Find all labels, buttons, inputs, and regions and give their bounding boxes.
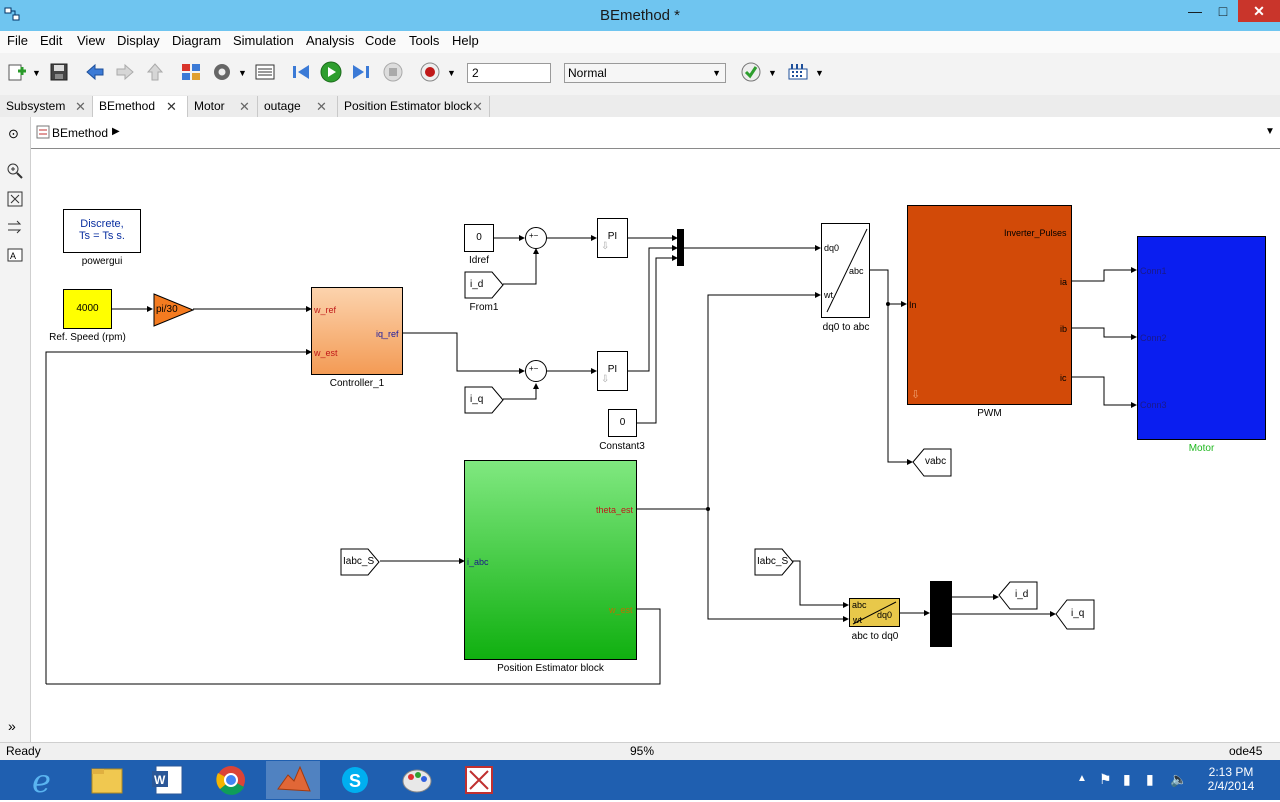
pwm-port-ia: ia [1060, 277, 1068, 287]
abcdq0-port-wt: wt [853, 615, 862, 625]
demux-block[interactable] [930, 581, 952, 647]
pi2-block[interactable]: PI [597, 351, 628, 391]
from-iq-text: i_q [470, 394, 484, 405]
motor-label: Motor [1188, 443, 1215, 454]
abcdq0-port-abc: abc [852, 600, 867, 610]
iabc-from-text-1: Iabc_S [343, 556, 375, 567]
svg-text:W: W [154, 773, 166, 787]
volume-icon[interactable]: 🔈 [1170, 771, 1187, 788]
idref-block[interactable]: 0 [464, 224, 494, 252]
idref-label: Idref [468, 255, 489, 266]
pwm-mask-icon: ⇩ [911, 389, 921, 401]
clock-date: 2/4/2014 [1207, 779, 1255, 793]
paint-icon[interactable] [390, 761, 444, 799]
pi1-mask-icon: ⇩ [601, 241, 610, 252]
vabc-goto-text: vabc [925, 456, 947, 467]
motor-port-conn3: Conn3 [1140, 400, 1167, 410]
pwm-port-pulses: Inverter_Pulses [1004, 228, 1067, 238]
estimator-port-iabc: i_abc [467, 557, 489, 567]
dq0abc-port-abc: abc [849, 266, 864, 276]
iabc-from-text-2: Iabc_S [757, 556, 789, 567]
goto-iq-text: i_q [1071, 608, 1085, 619]
network-signal-icon[interactable]: ▮ [1146, 771, 1154, 788]
pi1-block[interactable]: PI [597, 218, 628, 258]
action-center-flag-icon[interactable]: ⚑ [1099, 771, 1112, 788]
clock-time: 2:13 PM [1208, 765, 1254, 779]
dq0-to-abc-label: dq0 to abc [822, 322, 870, 333]
power-icon[interactable]: ▮ [1123, 771, 1131, 788]
chrome-icon[interactable] [204, 761, 258, 799]
powergui-label: powergui [81, 256, 123, 267]
status-text: Ready [6, 744, 41, 758]
svg-text:S: S [349, 771, 361, 791]
from-id-label: From1 [469, 302, 499, 313]
powergui-line1: Discrete, [80, 218, 124, 230]
powergui-block[interactable]: Discrete, Ts = Ts s. [63, 209, 141, 253]
pwm-port-ic: ic [1060, 373, 1067, 383]
word-icon[interactable]: W [142, 761, 196, 799]
motor-port-conn1: Conn1 [1140, 266, 1167, 276]
gain-text: pi/30 [156, 304, 178, 315]
ie-icon[interactable]: e [20, 761, 74, 800]
pwm-port-in: In [909, 300, 917, 310]
ref-speed-value: 4000 [76, 303, 99, 314]
constant3-value: 0 [619, 417, 626, 428]
file-explorer-icon[interactable] [80, 761, 134, 799]
ref-speed-label: Ref. Speed (rpm) [49, 332, 126, 343]
controller-label: Controller_1 [329, 378, 385, 389]
dq0abc-port-wt: wt [824, 290, 833, 300]
estimator-port-theta: theta_est [596, 505, 634, 515]
pwm-port-ib: ib [1060, 324, 1068, 334]
goto-id-text: i_d [1015, 589, 1029, 600]
estimator-port-west: w_est [609, 605, 633, 615]
controller-port-iqref: iq_ref [376, 329, 399, 339]
constant3-label: Constant3 [599, 441, 645, 452]
sum2-signs: +− [529, 364, 539, 373]
constant3-block[interactable]: 0 [608, 409, 637, 437]
zoom-level: 95% [630, 744, 655, 758]
controller-port-wref: w_ref [314, 305, 337, 315]
show-hidden-icons-icon[interactable]: ▲ [1077, 773, 1087, 784]
clock[interactable]: 2:13 PM 2/4/2014 [1196, 765, 1266, 793]
dq0abc-port-dq0: dq0 [824, 243, 840, 253]
abcdq0-port-dq0: dq0 [877, 610, 893, 620]
solver-name[interactable]: ode45 [1229, 744, 1262, 758]
position-estimator-block[interactable] [464, 460, 637, 660]
powergui-line2: Ts = Ts s. [79, 230, 125, 242]
skype-icon[interactable]: S [328, 761, 382, 799]
from-id-text: i_d [470, 279, 484, 290]
abc-to-dq0-label: abc to dq0 [851, 631, 899, 642]
pi2-mask-icon: ⇩ [601, 374, 610, 385]
motor-port-conn2: Conn2 [1140, 333, 1167, 343]
sum1-signs: +− [529, 231, 539, 240]
idref-value: 0 [476, 232, 482, 243]
ref-speed-block[interactable]: 4000 [63, 289, 112, 329]
controller-port-west: w_est [314, 348, 338, 358]
snipping-tool-icon[interactable] [452, 761, 506, 799]
pwm-label: PWM [977, 408, 1002, 419]
position-estimator-label: Position Estimator block [497, 663, 604, 674]
mux-block[interactable] [677, 229, 684, 266]
signal-lines [45, 235, 1137, 685]
matlab-icon[interactable] [266, 761, 320, 799]
svg-text:e: e [32, 762, 51, 799]
